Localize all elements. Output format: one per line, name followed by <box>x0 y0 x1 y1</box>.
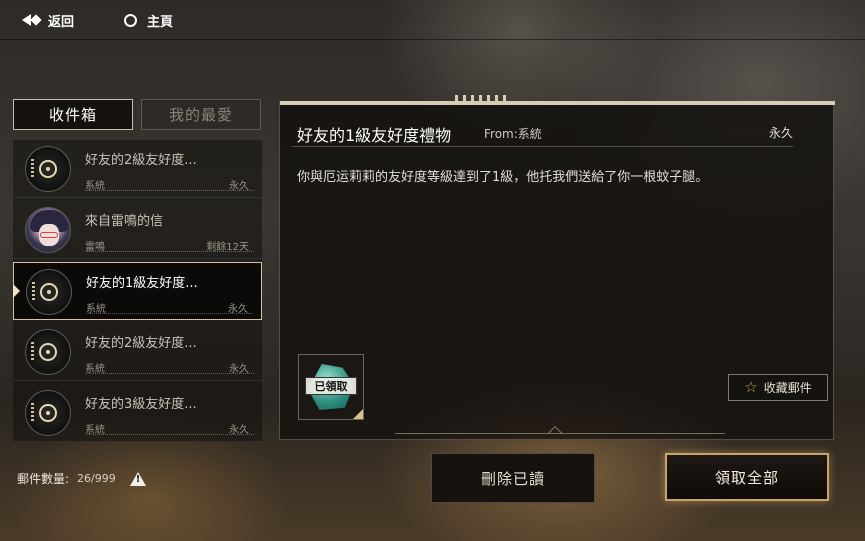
detail-from: From:系統 <box>484 127 542 141</box>
detail-expiry: 永久 <box>768 126 793 140</box>
top-divider <box>0 39 865 40</box>
tab-favorites[interactable]: 我的最愛 <box>141 99 261 130</box>
tab-inbox[interactable]: 收件箱 <box>13 99 133 130</box>
mail-title: 來自雷鳴的信 <box>85 214 164 229</box>
dotted-divider <box>85 434 254 435</box>
mail-list-item[interactable]: 好友的3級友好度... 系統 永久 <box>13 384 262 442</box>
mail-title: 好友的1級友好度... <box>86 276 198 291</box>
panel-notch-decoration <box>547 425 563 441</box>
home-circle-icon <box>124 13 137 27</box>
title-divider <box>292 146 793 147</box>
system-emblem-icon <box>25 146 71 192</box>
mail-count: 郵件數量: 26/999 <box>17 470 146 487</box>
mail-detail-panel: 好友的1級友好度禮物 From:系統 永久 你與厄运莉莉的友好度等級達到了1級，… <box>279 95 835 441</box>
detail-body-text: 你與厄运莉莉的友好度等級達到了1級，他托我們送給了你一根蚊子腿。 <box>297 170 709 185</box>
dotted-divider <box>85 190 254 191</box>
mail-list-item-selected[interactable]: 好友的1級友好度... 系統 永久 <box>13 262 262 320</box>
dotted-divider <box>85 373 254 374</box>
claim-all-button[interactable]: 領取全部 <box>665 453 829 501</box>
mail-list[interactable]: 好友的2級友好度... 系統 永久 來自雷鳴的信 雷鳴 剩餘12天 好友的1級友… <box>13 140 262 442</box>
top-bar: 返回 主頁 <box>0 0 865 40</box>
favorite-mail-button[interactable]: ☆ 收藏郵件 <box>728 374 828 401</box>
selection-arrow-icon <box>13 284 20 298</box>
star-icon: ☆ <box>744 378 758 396</box>
system-emblem-icon <box>26 269 72 315</box>
mail-list-item[interactable]: 好友的2級友好度... 系統 永久 <box>13 140 262 198</box>
character-portrait-avatar <box>25 207 71 253</box>
home-label: 主頁 <box>147 14 174 30</box>
back-label: 返回 <box>48 14 75 30</box>
dotted-divider <box>86 313 253 314</box>
mail-title: 好友的2級友好度... <box>85 153 197 168</box>
panel-top-border <box>280 101 835 105</box>
home-button[interactable]: 主頁 <box>124 10 173 30</box>
claimed-stamp: 已領取 <box>305 377 357 395</box>
dotted-divider <box>85 251 254 252</box>
rarity-corner-icon <box>353 409 363 419</box>
back-button[interactable]: 返回 <box>22 10 74 30</box>
system-emblem-icon <box>25 390 71 436</box>
mail-count-label: 郵件數量: <box>17 472 70 486</box>
favorite-mail-label: 收藏郵件 <box>763 381 812 395</box>
mail-title: 好友的3級友好度... <box>85 397 197 412</box>
mail-list-item[interactable]: 來自雷鳴的信 雷鳴 剩餘12天 <box>13 201 262 259</box>
mail-count-value: 26/999 <box>77 472 116 485</box>
mail-title: 好友的2級友好度... <box>85 336 197 351</box>
detail-title: 好友的1級友好度禮物 <box>297 126 452 145</box>
system-emblem-icon <box>25 329 71 375</box>
mail-list-item[interactable]: 好友的2級友好度... 系統 永久 <box>13 323 262 381</box>
panel-dots-decoration <box>455 95 510 101</box>
back-arrow-icon <box>22 13 42 27</box>
delete-read-button[interactable]: 刪除已讀 <box>431 453 595 503</box>
warning-icon[interactable] <box>129 471 146 486</box>
attachment-item[interactable]: 已領取 <box>298 354 364 420</box>
